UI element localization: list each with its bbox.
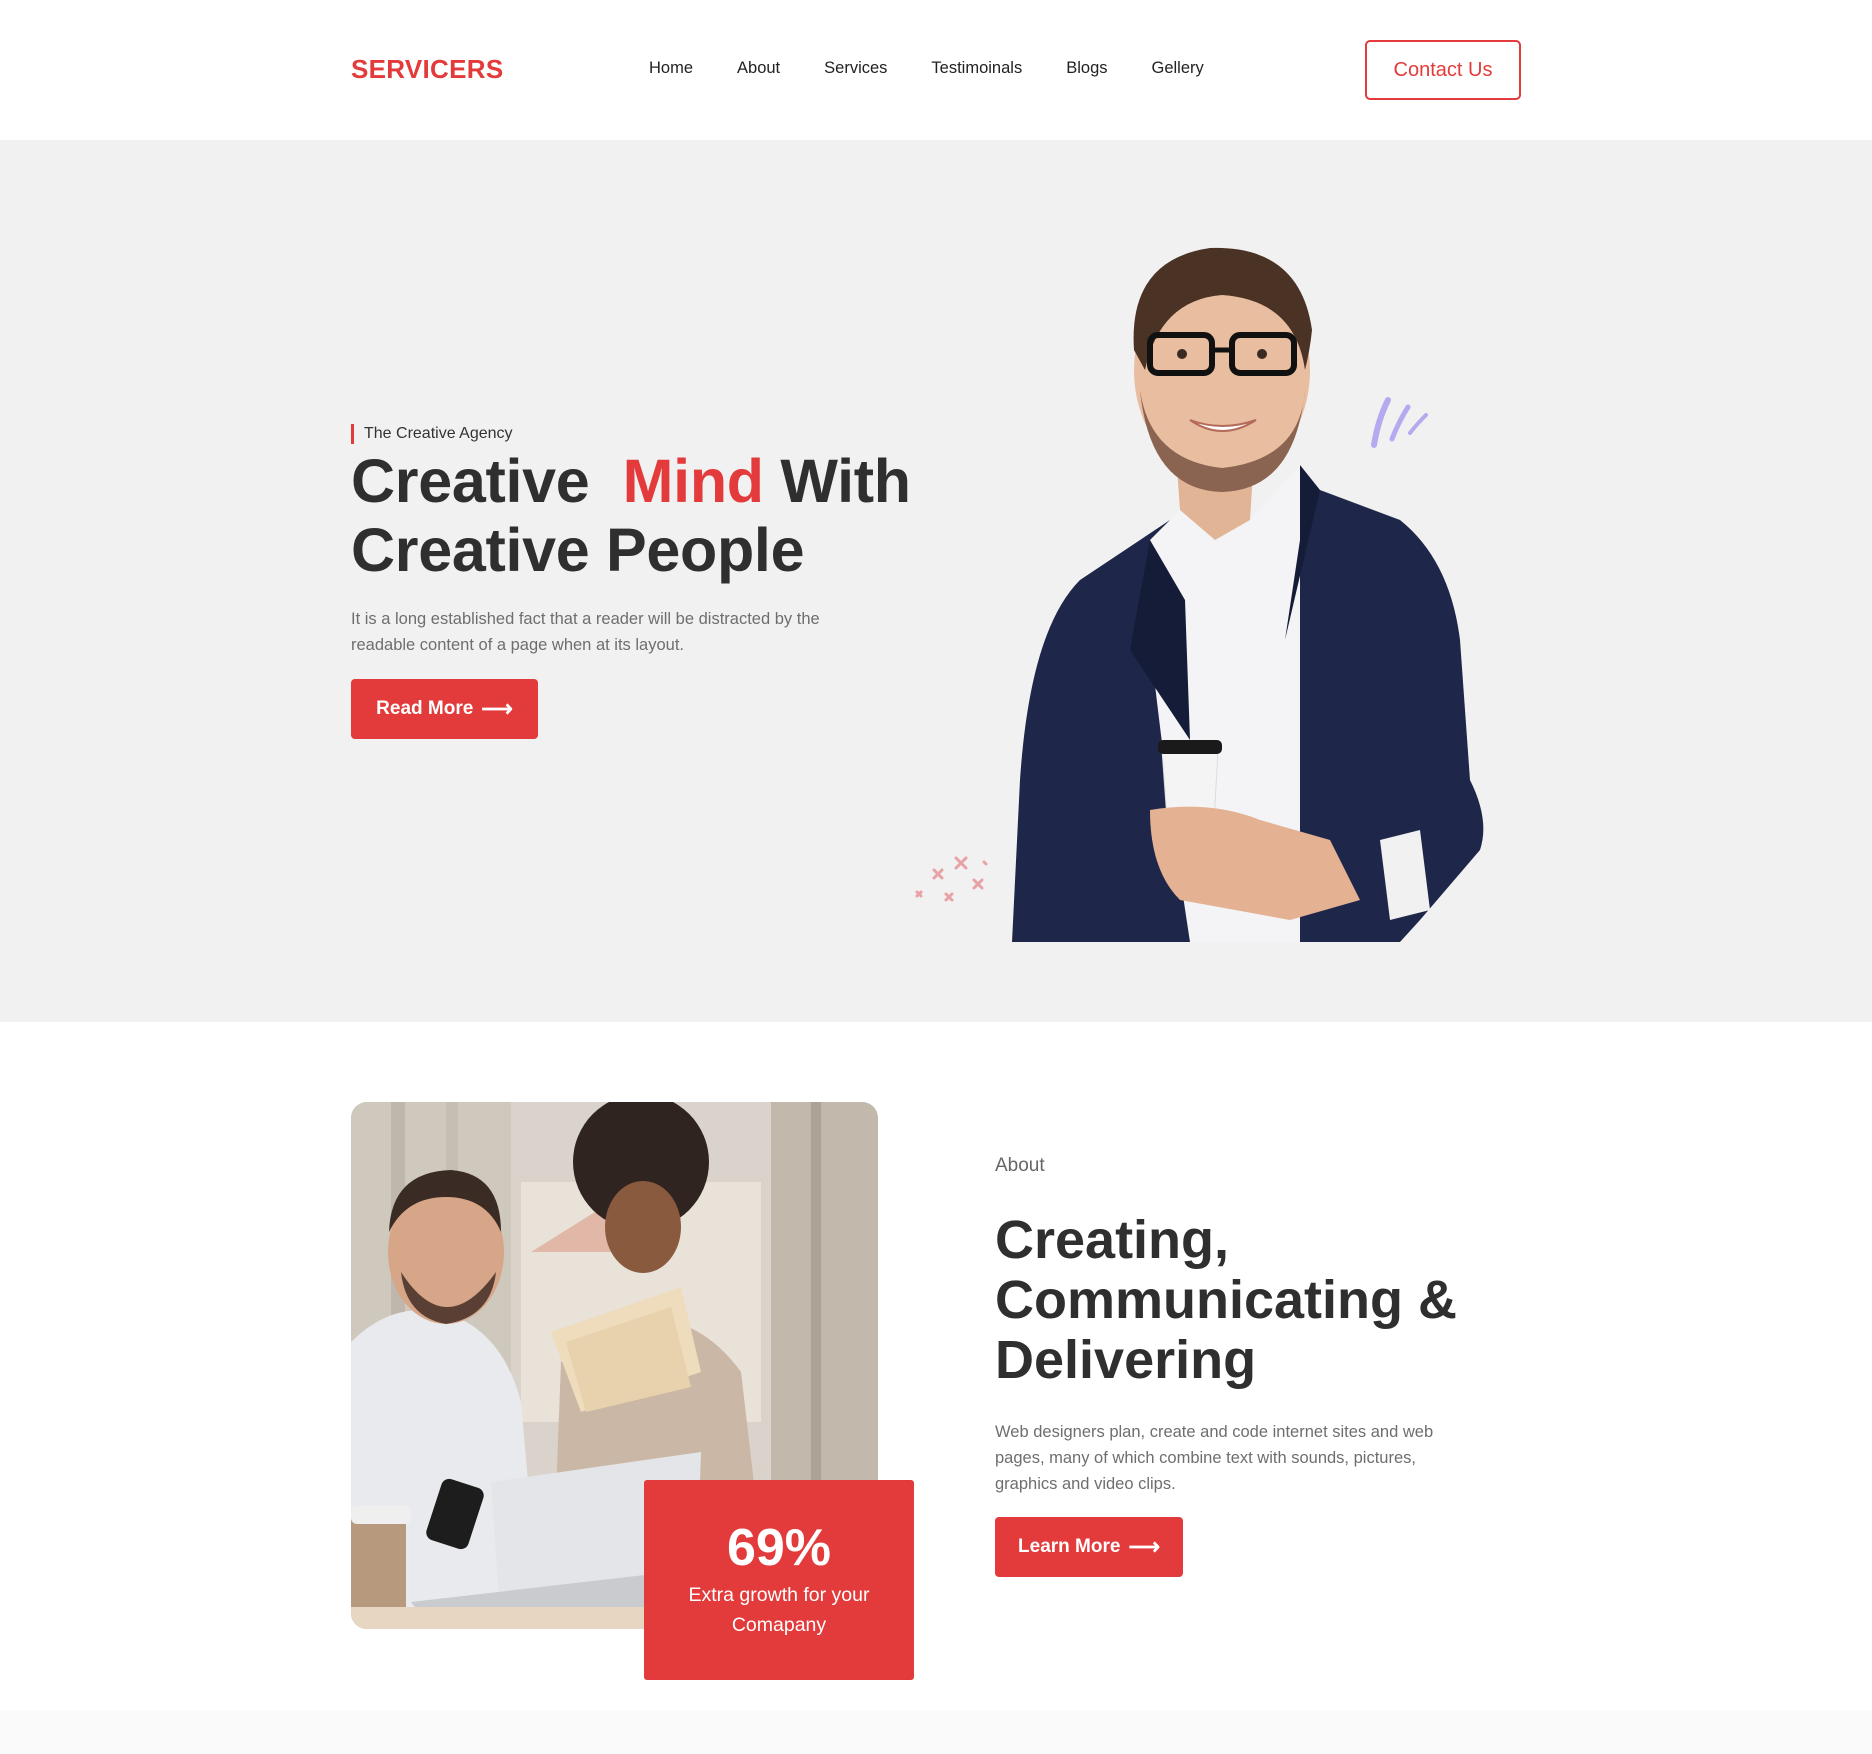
- nav-item-testimonials[interactable]: Testimoinals: [931, 59, 1022, 78]
- hero-title-part2: With: [780, 447, 911, 515]
- hero-description: It is a long established fact that a rea…: [351, 610, 820, 654]
- about-section: 69% Extra growth for your Comapany About…: [0, 1022, 1872, 1710]
- hero-title-line2: Creative People: [351, 516, 805, 584]
- hero-title: Creative Mind With Creative People: [351, 447, 971, 585]
- read-more-button[interactable]: Read More ⟶: [351, 679, 538, 739]
- nav-item-services[interactable]: Services: [824, 59, 887, 78]
- read-more-label: Read More: [376, 698, 474, 719]
- about-description: Web designers plan, create and code inte…: [995, 1423, 1434, 1493]
- hero-eyebrow: The Creative Agency: [351, 424, 513, 444]
- nav-item-about[interactable]: About: [737, 59, 780, 78]
- learn-more-button[interactable]: Learn More ⟶: [995, 1517, 1183, 1577]
- hero-title-part1: Creative: [351, 447, 590, 515]
- growth-stat-card: 69% Extra growth for your Comapany: [644, 1480, 914, 1680]
- about-title: Creating, Communicating & Delivering: [995, 1210, 1458, 1390]
- hero-section: The Creative Agency Creative Mind With C…: [0, 140, 1872, 1022]
- nav-item-gallery[interactable]: Gellery: [1152, 59, 1204, 78]
- main-nav: Home About Services Testimoinals Blogs G…: [649, 59, 1204, 78]
- brand-logo[interactable]: SERVICERS: [351, 54, 504, 85]
- arrow-right-icon: ⟶: [1128, 1534, 1160, 1559]
- hero-title-accent: Mind: [622, 447, 764, 515]
- site-header: SERVICERS Home About Services Testimoina…: [0, 0, 1872, 140]
- nav-item-blogs[interactable]: Blogs: [1066, 59, 1107, 78]
- contact-us-button[interactable]: Contact Us: [1365, 40, 1521, 100]
- about-eyebrow: About: [995, 1155, 1045, 1176]
- decorative-sparkles-icon: [915, 856, 988, 902]
- nav-item-home[interactable]: Home: [649, 59, 693, 78]
- next-section-strip: [0, 1710, 1872, 1754]
- growth-stat-value: 69%: [726, 1519, 832, 1577]
- learn-more-label: Learn More: [1018, 1536, 1121, 1557]
- arrow-right-icon: ⟶: [481, 696, 513, 721]
- hero-person-image: [1012, 247, 1484, 942]
- growth-stat-label: Extra growth for your Comapany: [688, 1584, 870, 1636]
